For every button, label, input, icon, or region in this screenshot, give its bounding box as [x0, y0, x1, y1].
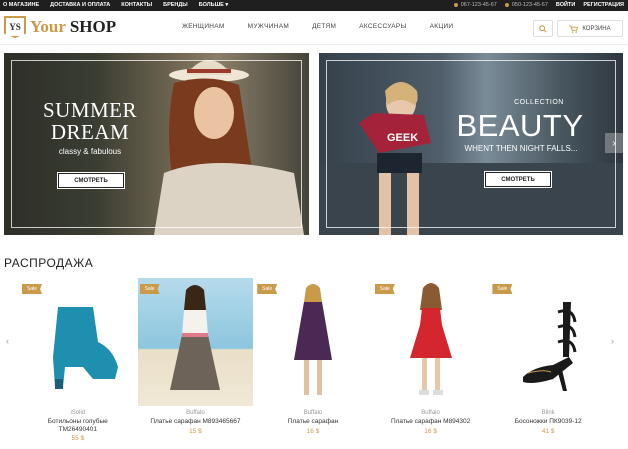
banner-summer-view-button[interactable]: СМОТРЕТЬ: [57, 172, 125, 189]
top-link-contacts[interactable]: КОНТАКТЫ: [121, 2, 152, 8]
top-link-more-label: БОЛЬШЕ: [198, 2, 224, 8]
top-link-more[interactable]: БОЛЬШЕ ▾: [199, 2, 228, 8]
phone-2-text: 050-123-45-67: [511, 2, 548, 8]
banner-summer-title-line2: DREAM: [50, 120, 130, 144]
product-price: 55 $: [71, 435, 85, 442]
product-image[interactable]: [137, 278, 254, 406]
cart-button[interactable]: КОРЗИНА: [557, 20, 623, 37]
phone-icon: [453, 3, 458, 7]
boot-image: [52, 307, 118, 389]
chevron-right-icon: ›: [612, 137, 616, 149]
product-carousel: Sale iSolid Ботильоны голубые TM26490401 …: [20, 278, 606, 449]
phone-1-text: 067-123-45-67: [460, 2, 497, 8]
product-name-line2: TM26490401: [58, 426, 97, 433]
banner-beauty-view-button[interactable]: СМОТРЕТЬ: [484, 171, 552, 188]
top-link-brands[interactable]: БРЕНДЫ: [163, 2, 188, 8]
product-card[interactable]: Sale Buffalo Платье сарафан M894302 16 $: [372, 278, 489, 449]
phone-1[interactable]: 067-123-45-67: [453, 2, 497, 8]
sale-section-title: РАСПРОДАЖА: [4, 256, 94, 270]
product-image[interactable]: [490, 278, 606, 406]
register-link[interactable]: РЕГИСТРАЦИЯ: [583, 2, 624, 8]
banner-summer[interactable]: SUMMER DREAM classy & fabulous СМОТРЕТЬ: [4, 53, 309, 235]
sale-badge: Sale: [492, 284, 513, 294]
top-right: 067-123-45-67 050-123-45-67 ВОЙТИ РЕГИСТ…: [453, 2, 624, 8]
product-name-line1: Ботильоны голубые: [47, 418, 108, 425]
chevron-down-icon: ▾: [225, 2, 229, 8]
carousel-next-button[interactable]: ›: [611, 336, 614, 346]
nav-item-kids[interactable]: ДЕТЯМ: [312, 23, 336, 30]
beach-dress-image: [170, 284, 221, 390]
cart-label: КОРЗИНА: [582, 25, 611, 32]
sale-badge: Sale: [22, 284, 42, 294]
top-links: О МАГАЗИНЕ ДОСТАВКА И ОПЛАТА КОНТАКТЫ БР…: [3, 2, 228, 8]
banner-beauty-subtitle: WHENT THEN NIGHT FALLS...: [464, 144, 578, 153]
top-link-about[interactable]: О МАГАЗИНЕ: [3, 2, 39, 8]
sale-badge: Sale: [257, 284, 278, 294]
nav-item-promotions[interactable]: АКЦИИ: [430, 23, 454, 30]
product-card[interactable]: Sale Buffalo Платье сарафан M893465667 1…: [137, 278, 254, 449]
phone-icon: [504, 3, 509, 7]
main-nav: ЖЕНЩИНАМ МУЖЧИНАМ ДЕТЯМ АКСЕССУАРЫ АКЦИИ: [182, 23, 453, 30]
product-price: 16 $: [306, 428, 320, 435]
logo-text: Your SHOP: [30, 17, 116, 37]
logo[interactable]: YS Your SHOP: [4, 16, 116, 38]
product-price: 16 $: [424, 428, 437, 435]
product-card[interactable]: Sale iSolid Ботильоны голубые TM26490401 …: [20, 278, 136, 449]
sandal-image: [523, 302, 577, 391]
purple-dress-image: [293, 283, 332, 395]
banner-summer-subtitle: classy & fabulous: [58, 147, 122, 156]
red-dress-image: [409, 282, 452, 395]
carousel-prev-button[interactable]: ‹: [6, 336, 9, 346]
header: YS Your SHOP ЖЕНЩИНАМ МУЖЧИНАМ ДЕТЯМ АКС…: [0, 11, 628, 45]
product-price: 15 $: [189, 428, 202, 435]
top-link-delivery[interactable]: ДОСТАВКА И ОПЛАТА: [50, 2, 110, 8]
product-brand: Buffalo: [421, 410, 440, 416]
product-image[interactable]: [20, 278, 136, 406]
sale-badge: Sale: [139, 284, 160, 294]
product-name[interactable]: Платье сарафан: [255, 418, 371, 426]
banner-summer-title-line1: SUMMER: [42, 98, 138, 122]
phone-2[interactable]: 050-123-45-67: [504, 2, 548, 8]
nav-item-men[interactable]: МУЖЧИНАМ: [248, 23, 289, 30]
product-brand: Blink: [541, 410, 555, 416]
product-card[interactable]: Sale Buffalo Платье сарафан 16 $: [255, 278, 371, 449]
product-brand: Buffalo: [303, 410, 323, 416]
product-name[interactable]: Платье сарафан M893465667: [138, 418, 254, 426]
product-price: 41 $: [541, 428, 555, 435]
logo-badge-icon: YS: [4, 16, 26, 38]
login-link[interactable]: ВОЙТИ: [556, 2, 575, 8]
product-image[interactable]: [372, 278, 489, 406]
cart-icon: [569, 24, 579, 33]
banner-summer-title: SUMMER DREAM: [34, 99, 146, 143]
sale-badge: Sale: [374, 284, 395, 294]
chevron-right-icon: ›: [611, 336, 614, 346]
top-bar: О МАГАЗИНЕ ДОСТАВКА И ОПЛАТА КОНТАКТЫ БР…: [0, 0, 628, 11]
search-button[interactable]: [533, 20, 553, 37]
product-brand: Buffalo: [186, 410, 205, 416]
product-brand: iSolid: [70, 410, 86, 416]
banner-beauty-title: BEAUTY: [456, 108, 584, 143]
logo-word-2: SHOP: [69, 17, 117, 36]
nav-item-accessories[interactable]: АКСЕССУАРЫ: [359, 23, 406, 30]
search-icon: [539, 24, 547, 33]
product-image[interactable]: [255, 278, 371, 406]
banner-next-arrow[interactable]: ›: [605, 133, 623, 153]
nav-item-women[interactable]: ЖЕНЩИНАМ: [182, 23, 225, 30]
chevron-left-icon: ‹: [6, 336, 9, 346]
banner-frame: [11, 60, 302, 228]
product-name[interactable]: Ботильоны голубые TM26490401: [20, 418, 136, 434]
banner-beauty-kicker: COLLECTION: [514, 99, 564, 106]
product-card[interactable]: Sale Blink Босоножки ПК9039-12 41 $: [490, 278, 606, 449]
product-name[interactable]: Платье сарафан M894302: [373, 418, 489, 426]
banner-beauty[interactable]: GEEK COLLECTION BEAUTY WHENT THEN NIGHT …: [319, 53, 623, 235]
product-name[interactable]: Босоножки ПК9039-12: [490, 418, 606, 426]
logo-word-1: Your: [30, 17, 66, 36]
